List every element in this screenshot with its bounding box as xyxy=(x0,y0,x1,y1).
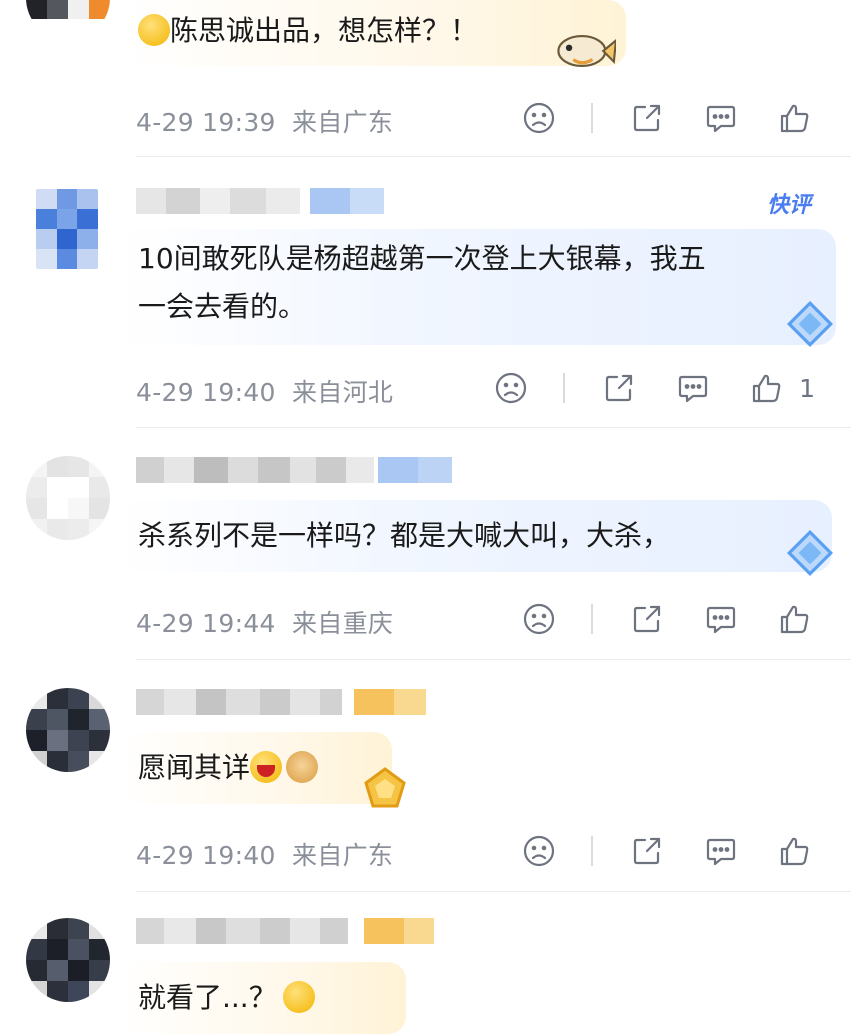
comment-meta: 4-29 19:39 来自广东 xyxy=(136,103,393,139)
comment-bubble[interactable]: 10间敢死队是杨超越第一次登上大银幕，我五 一会去看的。 xyxy=(120,229,836,345)
comment-button[interactable] xyxy=(673,368,713,408)
like-button[interactable] xyxy=(775,98,815,138)
comment-button[interactable] xyxy=(701,599,741,639)
action-separator xyxy=(591,836,593,866)
dislike-button[interactable] xyxy=(519,599,559,639)
comment-time: 4-29 19:40 xyxy=(136,378,276,407)
comment-icon xyxy=(706,838,736,866)
dislike-button[interactable] xyxy=(519,98,559,138)
share-icon xyxy=(633,605,661,633)
frown-face-icon xyxy=(523,102,555,134)
avatar[interactable] xyxy=(26,688,110,772)
avatar[interactable] xyxy=(36,189,98,269)
thumbs-up-icon xyxy=(780,837,809,866)
comment-text: 愿闻其详 xyxy=(138,751,251,784)
comment-bubble[interactable]: 愿闻其详 xyxy=(120,732,392,804)
share-icon xyxy=(633,104,661,132)
comment-3: 杀系列不是一样吗？都是大喊大叫，大杀， 4-29 19:44 来自重庆 xyxy=(0,428,851,660)
comment-location: 来自重庆 xyxy=(291,609,394,638)
comment-text: 就看了...？ xyxy=(138,981,277,1014)
dislike-button[interactable] xyxy=(519,831,559,871)
like-button[interactable] xyxy=(775,599,815,639)
comment-time: 4-29 19:40 xyxy=(136,841,276,870)
comment-location: 来自广东 xyxy=(291,108,394,137)
diamond-badge-icon xyxy=(786,300,834,347)
comment-text: 陈思诚出品，想怎样？！ xyxy=(170,14,479,47)
frown-face-icon xyxy=(495,372,527,404)
username-blurred[interactable] xyxy=(136,457,452,483)
like-count: 1 xyxy=(799,373,815,403)
avatar[interactable] xyxy=(26,456,110,540)
gold-pentagon-badge-icon xyxy=(364,767,406,808)
comment-button[interactable] xyxy=(701,98,741,138)
rolling-eyes-emoji-icon xyxy=(282,981,315,1013)
comment-actions xyxy=(519,831,815,871)
like-button[interactable] xyxy=(775,831,815,871)
comment-time: 4-29 19:39 xyxy=(136,108,276,137)
action-separator xyxy=(563,373,566,403)
username-blurred[interactable] xyxy=(136,689,426,715)
comment-icon xyxy=(706,606,736,634)
like-button[interactable] xyxy=(747,368,787,408)
avatar[interactable] xyxy=(26,0,110,40)
comment-text-line-2: 一会去看的。 xyxy=(138,290,307,323)
comment-button[interactable] xyxy=(701,831,741,871)
comment-4: 愿闻其详 4-29 19:40 来自广东 xyxy=(0,660,851,892)
comment-actions: 1 xyxy=(491,368,815,408)
comment-text: 杀系列不是一样吗？都是大喊大叫，大杀， xyxy=(138,519,671,552)
comment-time: 4-29 19:44 xyxy=(136,609,276,638)
comment-text-line-1: 10间敢死队是杨超越第一次登上大银幕，我五 xyxy=(138,242,706,275)
thumbs-up-icon xyxy=(780,605,809,634)
username-blurred[interactable] xyxy=(136,918,434,944)
comment-actions xyxy=(519,599,815,639)
share-button[interactable] xyxy=(599,368,639,408)
comment-meta: 4-29 19:40 来自河北 xyxy=(136,373,393,409)
comment-actions xyxy=(519,98,815,138)
doge-emoji-icon xyxy=(286,751,319,783)
action-separator xyxy=(591,604,593,634)
comment-location: 来自河北 xyxy=(291,378,394,407)
thumbs-up-icon xyxy=(780,104,809,133)
username-blurred[interactable] xyxy=(136,188,384,214)
comment-icon xyxy=(678,375,708,403)
frown-face-icon xyxy=(523,835,555,867)
comment-icon xyxy=(706,105,736,133)
shushing-face-emoji-icon xyxy=(138,14,170,46)
dislike-button[interactable] xyxy=(491,368,531,408)
quick-comment-badge: 快评 xyxy=(766,193,811,218)
fish-sticker-icon xyxy=(557,35,616,67)
comment-meta: 4-29 19:40 来自广东 xyxy=(136,836,393,872)
comment-5: 就看了...？ xyxy=(0,892,851,1034)
comment-bubble[interactable]: 杀系列不是一样吗？都是大喊大叫，大杀， xyxy=(120,500,832,572)
comment-2: 快评 10间敢死队是杨超越第一次登上大银幕，我五 一会去看的。 4-29 19:… xyxy=(0,157,851,429)
comment-1: 陈思诚出品，想怎样？！ 4-29 19:39 来自广东 xyxy=(0,0,851,160)
share-icon xyxy=(605,374,633,402)
diamond-badge-icon xyxy=(786,529,834,576)
comment-location: 来自广东 xyxy=(291,841,394,870)
share-button[interactable] xyxy=(627,831,667,871)
laughing-face-emoji-icon xyxy=(250,751,283,783)
comment-bubble[interactable]: 陈思诚出品，想怎样？！ xyxy=(120,0,626,66)
avatar[interactable] xyxy=(26,918,110,1002)
share-button[interactable] xyxy=(627,599,667,639)
action-separator xyxy=(591,103,593,133)
share-icon xyxy=(633,837,661,865)
share-button[interactable] xyxy=(627,98,667,138)
comment-bubble[interactable]: 就看了...？ xyxy=(120,962,406,1034)
comment-meta: 4-29 19:44 来自重庆 xyxy=(136,604,393,640)
thumbs-up-icon xyxy=(752,374,781,403)
frown-face-icon xyxy=(523,603,555,635)
